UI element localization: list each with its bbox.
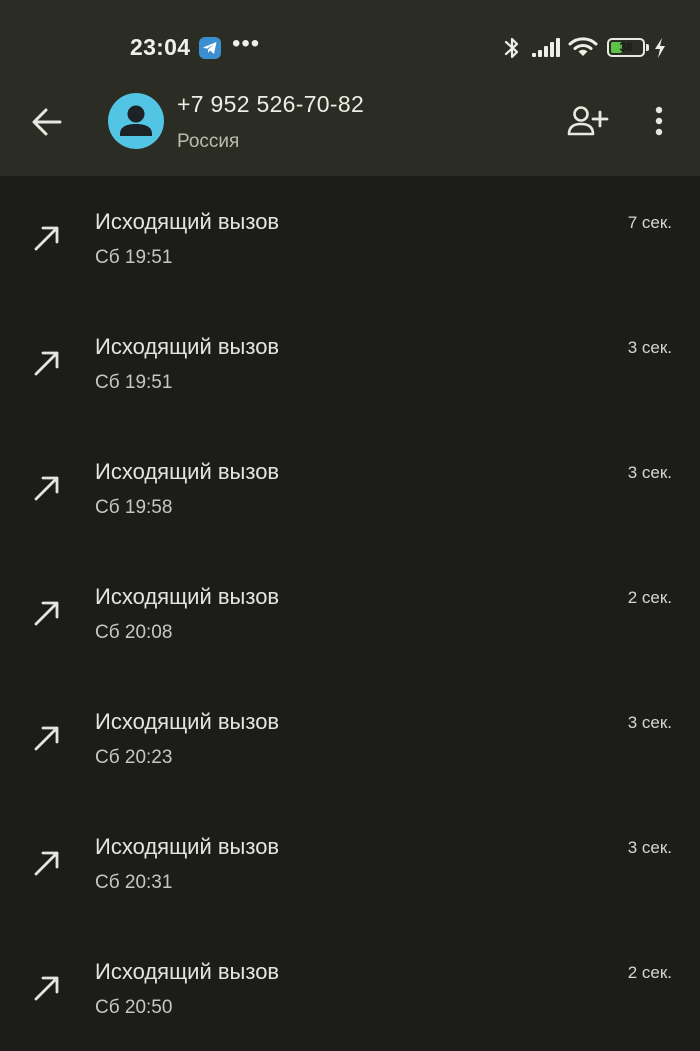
call-duration: 7 сек. — [627, 213, 672, 232]
status-clock: 23:04 — [130, 34, 191, 60]
call-duration: 3 сек. — [627, 463, 672, 482]
outgoing-call-icon — [34, 476, 59, 501]
add-contact-button[interactable] — [564, 98, 612, 146]
outgoing-call-icon — [34, 976, 59, 1001]
call-duration: 2 сек. — [627, 963, 672, 982]
charging-icon — [655, 38, 665, 58]
call-duration: 3 сек. — [627, 338, 672, 357]
call-type-label: Исходящий вызов — [95, 959, 280, 984]
contact-avatar-icon — [120, 105, 152, 136]
wifi-icon — [568, 37, 598, 56]
call-type-label: Исходящий вызов — [95, 209, 280, 234]
more-vert-icon — [655, 106, 663, 136]
contact-phone-number: +7 952 526-70-82 — [177, 91, 365, 117]
outgoing-call-icon — [34, 226, 59, 251]
battery-cap — [646, 44, 649, 51]
call-history-list: Исходящий вызов Сб 19:51 7 сек. Исходящий в… — [0, 176, 700, 1051]
telegram-icon — [199, 37, 221, 59]
signal-icon — [532, 38, 560, 57]
call-list-item[interactable]: Исходящий вызов Сб 20:23 3 сек. — [0, 676, 700, 801]
call-type-label: Исходящий вызов — [95, 584, 280, 609]
call-time: Сб 19:58 — [95, 497, 173, 518]
bluetooth-icon — [504, 37, 519, 59]
call-type-label: Исходящий вызов — [95, 709, 280, 734]
app-header: 23:04 ••• 38 +7 952 526-70-82 Россия — [0, 0, 700, 176]
call-duration: 3 сек. — [627, 713, 672, 732]
battery-icon: 38 — [607, 38, 645, 57]
call-type-label: Исходящий вызов — [95, 834, 280, 859]
call-list-item[interactable]: Исходящий вызов Сб 20:50 2 сек. — [0, 926, 700, 1051]
call-list-item[interactable]: Исходящий вызов Сб 19:51 3 сек. — [0, 301, 700, 426]
call-time: Сб 20:50 — [95, 997, 173, 1018]
back-arrow-icon — [32, 108, 62, 136]
call-time: Сб 19:51 — [95, 372, 173, 393]
more-options-button[interactable] — [642, 98, 676, 146]
outgoing-call-icon — [34, 851, 59, 876]
outgoing-call-icon — [34, 726, 59, 751]
status-bar: 23:04 ••• 38 — [0, 0, 700, 96]
outgoing-call-icon — [34, 351, 59, 376]
call-list-item[interactable]: Исходящий вызов Сб 19:51 7 сек. — [0, 176, 700, 301]
more-notifications-icon: ••• — [232, 30, 261, 57]
call-time: Сб 20:08 — [95, 622, 173, 643]
call-list-item[interactable]: Исходящий вызов Сб 19:58 3 сек. — [0, 426, 700, 551]
contact-avatar[interactable] — [108, 93, 164, 149]
call-list-item[interactable]: Исходящий вызов Сб 20:08 2 сек. — [0, 551, 700, 676]
call-time: Сб 19:51 — [95, 247, 173, 268]
call-time: Сб 20:23 — [95, 747, 173, 768]
call-type-label: Исходящий вызов — [95, 459, 280, 484]
contact-region: Россия — [177, 131, 240, 152]
battery-level: 38 — [619, 40, 633, 54]
call-duration: 3 сек. — [627, 838, 672, 857]
outgoing-call-icon — [34, 601, 59, 626]
call-time: Сб 20:31 — [95, 872, 173, 893]
call-type-label: Исходящий вызов — [95, 334, 280, 359]
call-list-item[interactable]: Исходящий вызов Сб 20:31 3 сек. — [0, 801, 700, 926]
add-contact-icon — [567, 106, 609, 136]
call-duration: 2 сек. — [627, 588, 672, 607]
back-button[interactable] — [24, 98, 72, 146]
